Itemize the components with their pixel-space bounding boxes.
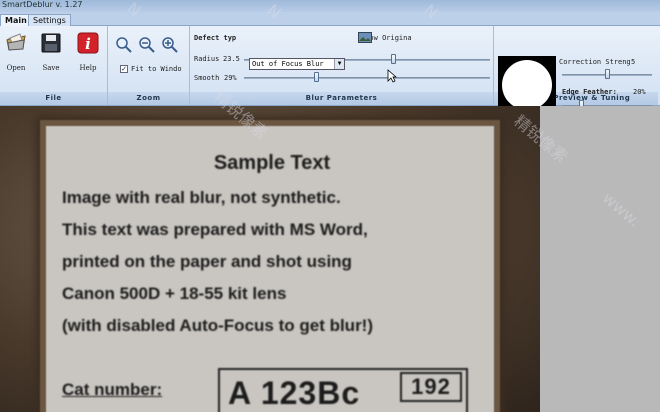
smooth-label: Smooth	[194, 74, 220, 82]
show-original-icon[interactable]	[358, 32, 372, 43]
cat-number-box: A 123Bc 192	[218, 368, 468, 412]
save-icon	[41, 33, 61, 53]
document-text: Sample Text Image with real blur, not sy…	[52, 132, 492, 412]
tab-settings[interactable]: Settings	[28, 14, 71, 26]
defect-type-select[interactable]: Out of Focus Blur ▼	[249, 58, 345, 70]
image-viewport[interactable]: Sample Text Image with real blur, not sy…	[0, 106, 660, 412]
zoom-group-label: Zoom	[108, 92, 189, 105]
zoom-in-icon[interactable]	[161, 36, 179, 54]
defect-type-value: Out of Focus Blur	[252, 60, 324, 68]
document-title: Sample Text	[213, 152, 331, 174]
smooth-slider-thumb[interactable]	[313, 72, 319, 82]
document-line: This text was prepared with MS Word,	[62, 220, 368, 239]
chevron-down-icon: ▼	[334, 59, 344, 69]
window-title: SmartDeblur v. 1.27	[2, 0, 83, 9]
file-group: Open Save i Help File	[0, 26, 108, 105]
ribbon: Open Save i Help File ✓ Fit to Windo Zoo…	[0, 26, 660, 114]
file-group-label: File	[0, 92, 107, 105]
document-line: Canon 500D + 18-55 kit lens	[62, 284, 287, 303]
zoom-group: ✓ Fit to Windo Zoom	[108, 26, 190, 105]
help-button[interactable]: i Help	[74, 30, 102, 72]
fit-to-window-label: Fit to Windo	[131, 65, 182, 73]
blur-parameters-group-label: Blur Parameters	[190, 92, 493, 105]
save-label: Save	[42, 64, 60, 72]
cat-number-label: Cat number:	[62, 380, 163, 399]
open-button[interactable]: Open	[2, 30, 30, 72]
cat-number-value: A 123Bc	[228, 375, 361, 411]
kernel-circle	[502, 60, 552, 110]
cat-number-small: 192	[400, 372, 462, 402]
save-button[interactable]: Save	[37, 30, 65, 72]
correction-strength-value: 5	[631, 58, 636, 66]
radius-value: 23.5	[223, 55, 240, 63]
title-bar: SmartDeblur v. 1.27	[0, 0, 660, 12]
svg-text:i: i	[85, 35, 91, 53]
document-line: (with disabled Auto-Focus to get blur!)	[62, 316, 374, 335]
radius-label: Radius	[194, 55, 220, 63]
radius-slider-thumb[interactable]	[391, 54, 396, 64]
correction-strength-thumb[interactable]	[604, 69, 610, 79]
help-label: Help	[79, 64, 97, 72]
edge-feather-label: Edge Feather:	[562, 88, 617, 96]
open-label: Open	[6, 64, 26, 72]
edge-feather-value: 20%	[633, 88, 646, 96]
document-line: Image with real blur, not synthetic.	[62, 188, 341, 207]
defect-type-label: Defect typ	[194, 34, 237, 42]
fit-to-window-checkbox[interactable]: ✓	[120, 65, 128, 73]
document-line: printed on the paper and shot using	[62, 252, 352, 271]
smooth-value: 29%	[224, 74, 237, 82]
mouse-cursor-icon	[387, 69, 397, 83]
zoom-out-icon[interactable]	[138, 36, 156, 54]
ribbon-tabs: Main Settings	[0, 12, 660, 27]
zoom-fit-icon[interactable]	[115, 36, 133, 54]
open-icon	[6, 33, 26, 51]
help-icon: i	[77, 32, 99, 54]
blurred-photo: Sample Text Image with real blur, not sy…	[0, 106, 540, 412]
correction-strength-label: Correction Streng	[559, 58, 631, 66]
smooth-slider[interactable]	[244, 77, 490, 79]
